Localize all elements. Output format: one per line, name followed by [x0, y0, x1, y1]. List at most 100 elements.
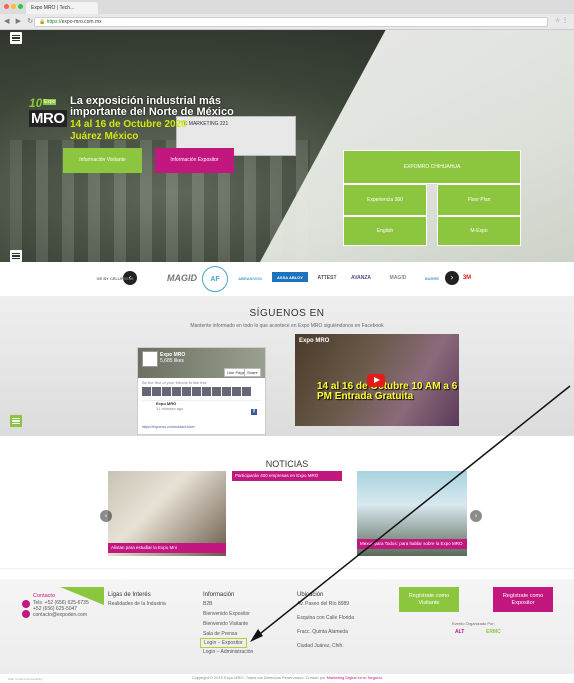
noticias-title: NOTICIAS [265, 459, 309, 469]
location-line: Fracc. Quinta Alameda [297, 629, 348, 635]
hamburger-menu-icon[interactable] [10, 32, 22, 44]
sponsor-logo[interactable]: ASSA ABLOY [272, 272, 308, 282]
experiencia-360-button[interactable]: Experiencia 360 [343, 184, 427, 216]
url-protocol: https:// [46, 19, 62, 25]
copyright-label: Copyright © 2019 Expo MRO. Todos los Der… [191, 675, 326, 680]
contact-heading: Contacto [33, 593, 56, 599]
noticias-section: NOTICIAS Alistan para estudiar la Expo M… [0, 436, 574, 568]
info-heading: Información [203, 592, 235, 598]
sponsor-logo[interactable]: BARRE [418, 268, 446, 288]
facebook-friends-text: Be the first of your friends to like thi… [142, 380, 207, 385]
location-heading: Ubicación [297, 592, 324, 598]
browser-menu-icon[interactable]: ☆ ⋮ [555, 17, 568, 24]
siguenos-subtitle: Mantente informado en todo lo que aconte… [190, 323, 384, 329]
sponsor-logo[interactable]: 3M [461, 268, 473, 288]
news-caption: Alistan para estudiar la Expo Mro [108, 543, 226, 553]
siguenos-section: SÍGUENOS EN Mantente informado en todo l… [0, 296, 574, 436]
organizer-logo[interactable]: ERMC [486, 629, 501, 639]
sponsor-logo[interactable]: MAGID [164, 268, 200, 288]
hamburger-menu-icon-tertiary[interactable] [10, 415, 22, 427]
location-line: Esquina con Calle Florida [297, 615, 354, 621]
m-expo-button[interactable]: M-Expo [437, 216, 521, 246]
news-next-icon[interactable]: › [470, 510, 482, 522]
info-link-b2b[interactable]: B2B [203, 601, 212, 607]
news-card[interactable]: Alistan para estudiar la Expo Mro [108, 471, 226, 556]
info-link-sala-de-prensa[interactable]: Sala de Prensa [203, 631, 237, 637]
facebook-page-name[interactable]: Expo MRO 5,685 likes [160, 352, 185, 364]
sponsor-logo[interactable]: AVANZA [348, 268, 374, 288]
news-card[interactable]: Participarán 400 empresas en Expo MRO [232, 471, 342, 556]
sponsors-carousel: ‹ GE BY CELUPREMI MAGID AF ABRASIVOS ASS… [0, 262, 574, 296]
mexpo-label: M-Expo [470, 227, 488, 234]
browser-tab[interactable]: Expo MRO | Tech... [26, 2, 98, 14]
play-icon[interactable] [367, 374, 385, 387]
sponsor-logo[interactable]: AF [202, 266, 228, 292]
news-prev-icon[interactable]: ‹ [100, 510, 112, 522]
hero-date: 14 al 16 de Octubre 2020 [70, 119, 187, 130]
facebook-share-button[interactable]: Share [244, 368, 261, 377]
news-caption: Mexus para Todos: para hablar sobre la E… [357, 539, 467, 549]
sponsor-logo[interactable]: ATTEST [310, 268, 344, 288]
info-expositor-label: Información Expositor [170, 157, 219, 163]
news-caption: Participarán 400 empresas en Expo MRO [232, 471, 342, 481]
sponsor-logo[interactable]: GE BY CELUPREMI [92, 268, 138, 288]
fb-post-time: 31 minutes ago [156, 406, 184, 411]
chihuahua-label: EXPOMRO CHIHUAHUA [403, 163, 461, 170]
sponsor-logo[interactable]: MAGID [380, 268, 416, 288]
facebook-avatar [142, 351, 158, 367]
address-bar[interactable]: 🔒 https://expo-mro.com.mx [34, 17, 548, 27]
login-administracion-link[interactable]: Login – Administración [203, 649, 253, 655]
browser-nav-row: ◀ ▶ ↻ 🔒 https://expo-mro.com.mx ☆ ⋮ [0, 14, 574, 30]
facebook-post-link[interactable]: https://expomro.com/contact-form/ [142, 425, 195, 429]
facebook-widget[interactable]: Expo MRO 5,685 likes Like Page Share Be … [137, 347, 266, 435]
nav-arrows-icon[interactable]: ◀ ▶ ↻ [4, 17, 35, 25]
facebook-cover: Expo MRO 5,685 likes Like Page Share [138, 348, 265, 378]
email-icon [22, 610, 30, 618]
facebook-icon: f [251, 409, 257, 415]
maximize-window-icon[interactable] [18, 4, 23, 9]
register-visitante-button[interactable]: Regístrate como Visitante [399, 587, 459, 612]
location-line: Av. Paseo del Río 8989 [297, 601, 350, 607]
sponsors-next-icon[interactable]: › [445, 271, 459, 285]
english-button[interactable]: English [343, 216, 427, 246]
copyright-link[interactable]: Marketing Digital en tu Negocio [327, 675, 383, 680]
close-window-icon[interactable] [4, 4, 9, 9]
info-link-bienvenido-visitante[interactable]: Bienvenido Visitante [203, 621, 248, 627]
expo-mro-logo[interactable]: 10 Expo MRO [27, 96, 67, 128]
info-expositor-button[interactable]: Información Expositor [155, 148, 234, 173]
expomro-chihuahua-button[interactable]: EXPOMRO CHIHUAHUA [343, 150, 521, 184]
organizer-logo[interactable]: ALT [455, 629, 464, 639]
sponsor-logo[interactable]: ABRASIVOS [232, 268, 268, 288]
info-link-bienvenido-expositor[interactable]: Bienvenido Expositor [203, 611, 250, 617]
video-channel-name: Expo MRO [299, 338, 330, 344]
news-card[interactable]: Mexus para Todos: para hablar sobre la E… [357, 471, 467, 556]
register-visitante-label: Regístrate como Visitante [408, 592, 450, 606]
logo-expo: Expo [43, 99, 57, 105]
location-line: Ciudad Juárez, Chih. [297, 643, 344, 649]
hamburger-menu-icon-secondary[interactable] [10, 250, 22, 262]
window-controls [4, 4, 23, 9]
experiencia-label: Experiencia 360 [367, 196, 403, 203]
minimize-window-icon[interactable] [11, 4, 16, 9]
contact-email[interactable]: contacto@expoden.com [33, 612, 87, 618]
browser-tab-bar: Expo MRO | Tech... [0, 0, 574, 14]
fb-page-sub-text: 5,685 likes [160, 358, 184, 364]
login-expositor-link[interactable]: Login – Expositor [200, 638, 247, 648]
url-text: expo-mro.com.mx [61, 19, 102, 25]
logo-mro: MRO [29, 110, 67, 127]
youtube-video[interactable]: Expo MRO 14 al 16 de Octubre 10 AM a 6 P… [295, 334, 459, 426]
phone-icon [22, 600, 30, 608]
info-visitante-button[interactable]: Información Visitante [63, 148, 142, 173]
organized-by-text: Evento Organizado Por: [452, 621, 495, 626]
link-realidades[interactable]: Realidades de la Industria [108, 601, 166, 607]
info-visitante-label: Información Visitante [79, 157, 126, 163]
register-expositor-button[interactable]: Regístrate como Expositor [493, 587, 553, 612]
facebook-post[interactable]: Expo MRO 31 minutes ago f [142, 400, 261, 422]
floor-plan-button[interactable]: Floor Plan [437, 184, 521, 216]
news-image [232, 471, 342, 556]
floorplan-label: Floor Plan [467, 196, 491, 203]
register-expositor-label: Regístrate como Expositor [502, 592, 544, 606]
siguenos-title: SÍGUENOS EN [249, 308, 325, 319]
video-overlay-text: 14 al 16 de Octubre 10 AM a 6 PM Entrada… [317, 381, 458, 402]
booth-text: TK MARKETING 221 [181, 121, 229, 127]
